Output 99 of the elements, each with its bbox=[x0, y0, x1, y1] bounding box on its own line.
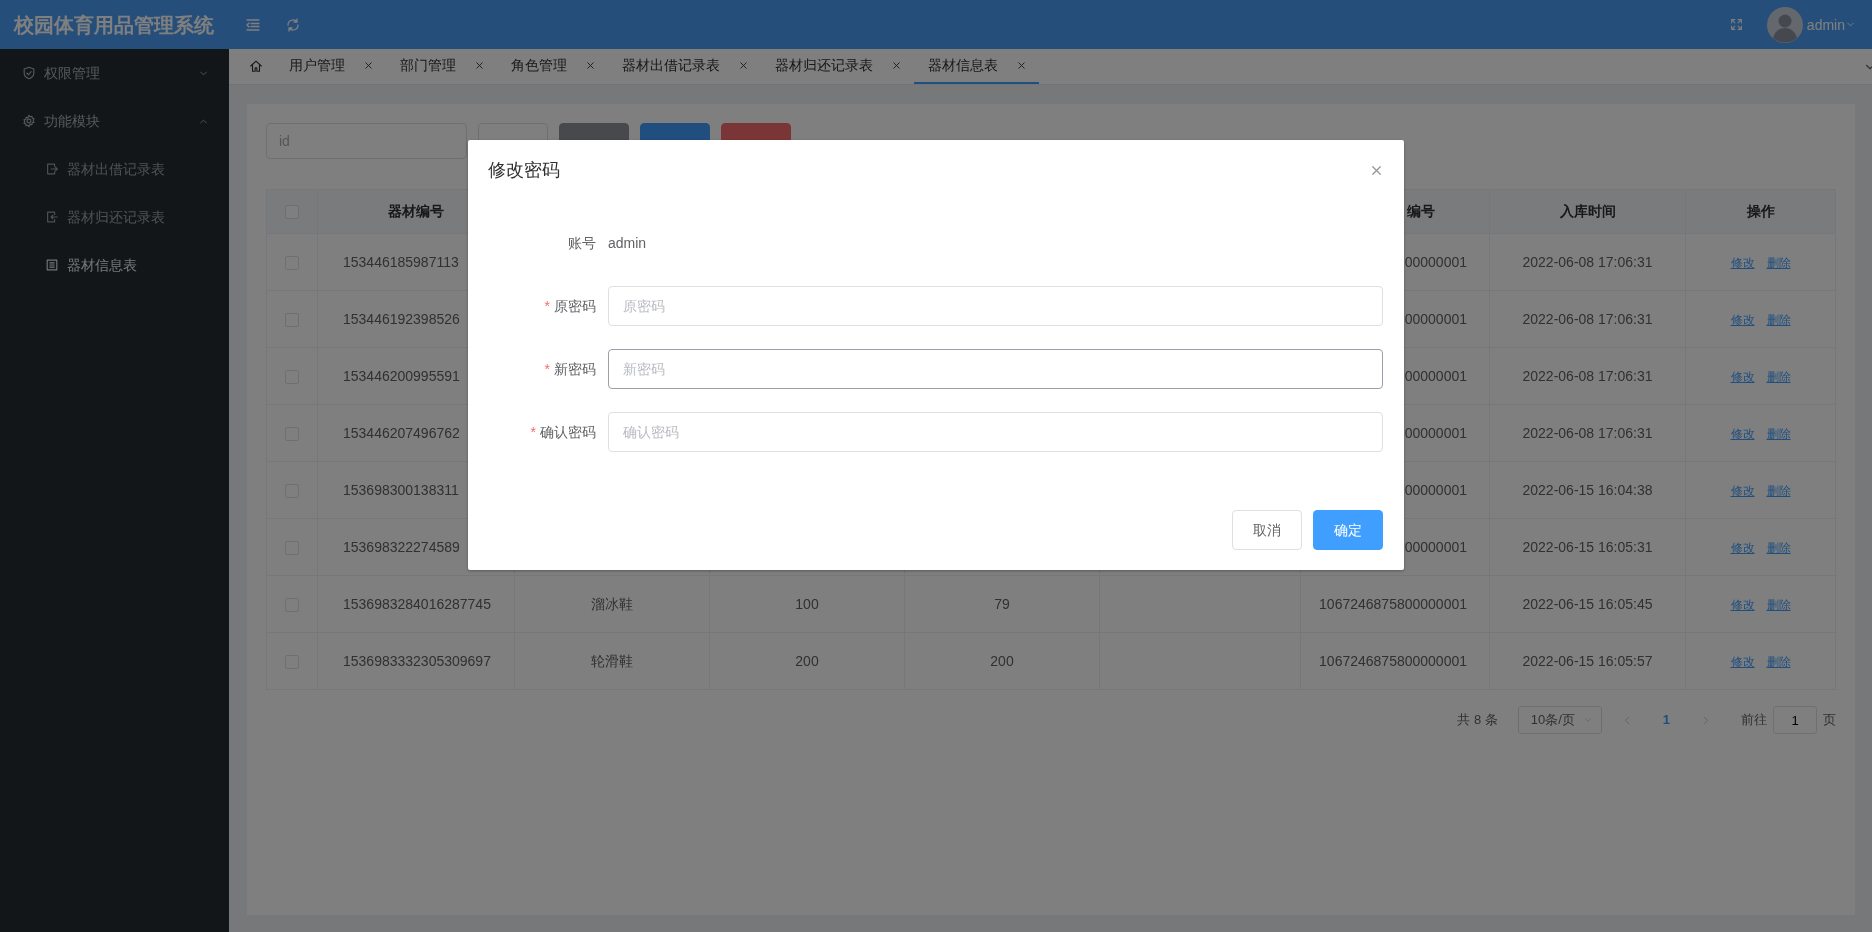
edit-link[interactable]: 修改 bbox=[1730, 312, 1755, 327]
close-icon[interactable] bbox=[738, 60, 749, 71]
fullscreen-button[interactable] bbox=[1729, 18, 1743, 31]
table-cell: 153446200995591 bbox=[343, 367, 460, 384]
table-cell: 00000001 bbox=[1404, 253, 1467, 270]
delete-link[interactable]: 删除 bbox=[1766, 426, 1791, 441]
table-cell: 1536983332305309697 bbox=[343, 652, 491, 669]
exit-icon bbox=[45, 162, 59, 176]
required-mark: * bbox=[544, 360, 550, 377]
page-suffix: 页 bbox=[1823, 711, 1836, 730]
refresh-button[interactable] bbox=[285, 16, 301, 33]
user-menu[interactable]: admin bbox=[1806, 17, 1856, 32]
edit-link[interactable]: 修改 bbox=[1730, 369, 1755, 384]
sidebar-item[interactable]: 器材归还记录表 bbox=[0, 193, 229, 241]
confirm-button[interactable]: 确定 bbox=[1313, 510, 1383, 550]
edit-link[interactable]: 修改 bbox=[1730, 654, 1755, 669]
table-cell: 1536983284016287745 bbox=[343, 595, 491, 612]
tab[interactable]: 部门管理 bbox=[386, 49, 497, 84]
tab[interactable]: 器材出借记录表 bbox=[608, 49, 761, 84]
required-mark: * bbox=[530, 423, 536, 440]
table-cell: 2022-06-08 17:06:31 bbox=[1522, 310, 1653, 327]
close-icon[interactable] bbox=[1016, 60, 1027, 71]
field-label: 确认密码 bbox=[540, 423, 596, 440]
edit-link[interactable]: 修改 bbox=[1730, 597, 1755, 612]
table-cell: 2022-06-15 16:04:38 bbox=[1522, 481, 1653, 498]
account-value: admin bbox=[608, 233, 647, 253]
sidebar-group[interactable]: 功能模块 bbox=[0, 97, 229, 145]
table-cell: 2022-06-08 17:06:31 bbox=[1522, 253, 1653, 270]
column-header: 器材编号 bbox=[388, 203, 444, 219]
field-label: 原密码 bbox=[554, 297, 596, 314]
enter-icon bbox=[45, 210, 59, 224]
close-icon[interactable] bbox=[363, 60, 374, 71]
delete-link[interactable]: 删除 bbox=[1766, 369, 1791, 384]
delete-link[interactable]: 删除 bbox=[1766, 312, 1791, 327]
home-icon bbox=[249, 59, 263, 74]
edit-link[interactable]: 修改 bbox=[1730, 483, 1755, 498]
table-cell: 00000001 bbox=[1404, 481, 1467, 498]
gear-icon bbox=[22, 114, 36, 128]
delete-link[interactable]: 删除 bbox=[1766, 654, 1791, 669]
menu-button[interactable] bbox=[245, 16, 261, 33]
page-size-select[interactable]: 10条/页 bbox=[1517, 706, 1602, 734]
refresh-icon bbox=[285, 16, 301, 33]
table-cell: 2022-06-15 16:05:31 bbox=[1522, 538, 1653, 555]
page-number[interactable]: 1 bbox=[1662, 710, 1670, 730]
dialog-title: 修改密码 bbox=[488, 158, 560, 182]
table-cell: 153698300138311 bbox=[343, 481, 459, 498]
table-cell: 153446207496762 bbox=[343, 424, 460, 441]
close-icon[interactable] bbox=[891, 60, 902, 71]
column-header: 编号 bbox=[1407, 203, 1435, 219]
sidebar-group[interactable]: 权限管理 bbox=[0, 49, 229, 97]
fullscreen-icon bbox=[1729, 18, 1743, 31]
app-title: 校园体育用品管理系统 bbox=[12, 12, 215, 38]
table-cell: 轮滑鞋 bbox=[591, 652, 633, 669]
table-cell: 00000001 bbox=[1404, 424, 1467, 441]
page-jump-field[interactable]: 1 bbox=[1773, 706, 1817, 734]
table-cell: 2022-06-15 16:05:45 bbox=[1522, 595, 1653, 612]
total-count: 共 8 条 bbox=[1457, 711, 1498, 730]
delete-link[interactable]: 删除 bbox=[1766, 597, 1791, 612]
edit-link[interactable]: 修改 bbox=[1730, 426, 1755, 441]
field-label: 新密码 bbox=[554, 360, 596, 377]
close-icon[interactable] bbox=[585, 60, 596, 71]
field-label: 账号 bbox=[567, 233, 597, 253]
shield-icon bbox=[22, 66, 36, 80]
table-cell: 153698322274589 bbox=[343, 538, 460, 555]
table-cell: 2022-06-08 17:06:31 bbox=[1522, 424, 1653, 441]
sidebar-item[interactable]: 器材信息表 bbox=[0, 241, 229, 289]
table-cell: 1067246875800000001 bbox=[1319, 652, 1467, 669]
required-mark: * bbox=[544, 297, 550, 314]
cancel-button[interactable]: 取消 bbox=[1232, 510, 1302, 550]
column-header: 入库时间 bbox=[1559, 203, 1616, 219]
column-header: 操作 bbox=[1746, 203, 1775, 219]
table-cell: 200 bbox=[795, 652, 819, 669]
table-cell: 00000001 bbox=[1404, 538, 1467, 555]
table-cell: 153446192398526 bbox=[343, 310, 460, 327]
jump-label: 前往 bbox=[1741, 711, 1767, 730]
table-cell: 153446185987113 bbox=[343, 253, 459, 270]
delete-link[interactable]: 删除 bbox=[1766, 255, 1791, 270]
tab[interactable]: 用户管理 bbox=[275, 49, 386, 84]
table-cell: 79 bbox=[994, 595, 1010, 612]
sidebar-item[interactable]: 器材出借记录表 bbox=[0, 145, 229, 193]
tab[interactable]: 器材归还记录表 bbox=[761, 49, 914, 84]
table-cell: 溜冰鞋 bbox=[591, 595, 633, 612]
input-field[interactable]: 新密码 bbox=[608, 349, 1383, 389]
table-cell: 00000001 bbox=[1404, 310, 1467, 327]
list-icon bbox=[45, 258, 59, 272]
table-cell: 2022-06-15 16:05:57 bbox=[1522, 652, 1653, 669]
edit-link[interactable]: 修改 bbox=[1730, 255, 1755, 270]
table-cell: 1067246875800000001 bbox=[1319, 595, 1467, 612]
delete-link[interactable]: 删除 bbox=[1766, 483, 1791, 498]
table-cell: 100 bbox=[795, 595, 819, 612]
close-icon[interactable] bbox=[474, 60, 485, 71]
table-cell: 00000001 bbox=[1404, 367, 1467, 384]
table-cell: 200 bbox=[990, 652, 1014, 669]
table-cell: 2022-06-08 17:06:31 bbox=[1522, 367, 1653, 384]
edit-link[interactable]: 修改 bbox=[1730, 540, 1755, 555]
tab[interactable]: 角色管理 bbox=[497, 49, 608, 84]
menu-icon bbox=[245, 16, 261, 33]
delete-link[interactable]: 删除 bbox=[1766, 540, 1791, 555]
avatar[interactable] bbox=[1766, 6, 1803, 43]
